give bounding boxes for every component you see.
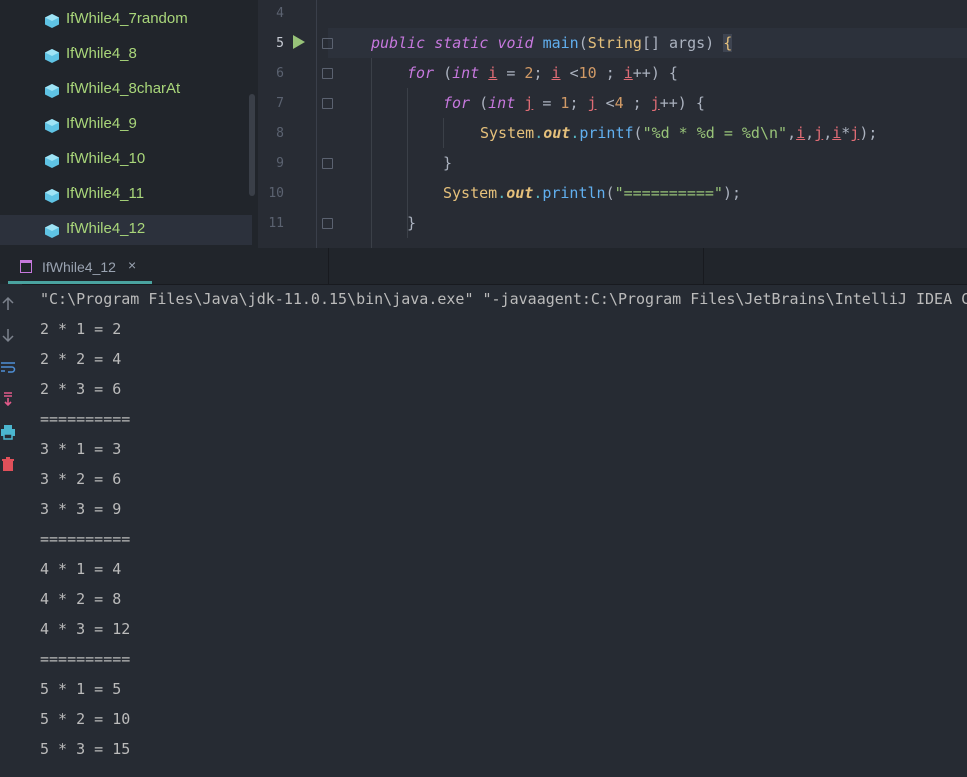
line-number: 8 — [276, 126, 284, 141]
console-command-line: "C:\Program Files\Java\jdk-11.0.15\bin\j… — [40, 290, 967, 308]
tree-item-label: IfWhile4_8 — [66, 45, 137, 62]
console-line: ========== — [40, 410, 131, 428]
line-number: 4 — [276, 6, 284, 21]
fold-icon[interactable] — [322, 68, 333, 79]
tree-item[interactable]: IfWhile4_7random — [0, 5, 252, 35]
code-editor[interactable]: 4 5 6 7 8 9 10 11 public static void mai… — [258, 0, 967, 248]
console-line: 3 * 3 = 9 — [40, 500, 122, 518]
code-line: public static void main(String[] args) { — [371, 34, 733, 52]
line-number: 11 — [268, 216, 284, 231]
code-line: System.out.println("=========="); — [443, 184, 742, 202]
trash-icon[interactable] — [0, 456, 16, 472]
console-line: 3 * 2 = 6 — [40, 470, 122, 488]
console-toolbar — [0, 284, 22, 777]
code-line: } — [407, 214, 417, 232]
run-tab-bar: IfWhile4_12 × — [0, 248, 967, 285]
java-class-icon — [45, 189, 59, 203]
line-number: 6 — [276, 66, 284, 81]
console-line: ========== — [40, 530, 131, 548]
console-line: ========== — [40, 650, 131, 668]
console-line: 4 * 2 = 8 — [40, 590, 122, 608]
console-line: 4 * 3 = 12 — [40, 620, 131, 638]
tree-item-label: IfWhile4_11 — [66, 185, 145, 202]
line-number: 10 — [268, 186, 284, 201]
divider — [328, 248, 329, 284]
tree-item-label: IfWhile4_8charAt — [66, 80, 181, 97]
code-line: System.out.printf("%d * %d = %d\n",i,j,i… — [480, 124, 878, 142]
soft-wrap-icon[interactable] — [0, 359, 16, 375]
project-tree: IfWhile4_7random IfWhile4_8 IfWhile4_8ch… — [0, 0, 258, 248]
tree-item-label: IfWhile4_10 — [66, 150, 146, 167]
tree-item-label: IfWhile4_12 — [66, 220, 146, 237]
tree-item-label: IfWhile4_7random — [66, 10, 188, 27]
close-icon[interactable]: × — [128, 257, 136, 273]
gutter-divider — [316, 0, 317, 248]
tree-item[interactable]: IfWhile4_11 — [0, 180, 252, 210]
scroll-to-end-icon[interactable] — [0, 391, 16, 407]
fold-icon[interactable] — [322, 98, 333, 109]
editor-gutter: 4 5 6 7 8 9 10 11 — [258, 0, 333, 248]
code-line: } — [443, 154, 453, 172]
console-line: 2 * 3 = 6 — [40, 380, 122, 398]
console-line: 3 * 1 = 3 — [40, 440, 122, 458]
console-line: 5 * 1 = 5 — [40, 680, 122, 698]
console-line: 2 * 2 = 4 — [40, 350, 122, 368]
java-class-icon — [45, 224, 59, 238]
print-icon[interactable] — [0, 424, 16, 440]
tree-item-label: IfWhile4_9 — [66, 115, 137, 132]
indent-guide — [371, 58, 372, 248]
console-line: 2 * 1 = 2 — [40, 320, 122, 338]
fold-icon[interactable] — [322, 158, 333, 169]
tree-item[interactable]: IfWhile4_8charAt — [0, 75, 252, 105]
java-class-icon — [45, 154, 59, 168]
java-class-icon — [45, 84, 59, 98]
code-line: for (int j = 1; j <4 ; j++) { — [443, 94, 705, 112]
tree-item[interactable]: IfWhile4_9 — [0, 110, 252, 140]
java-class-icon — [45, 14, 59, 28]
run-console-icon — [20, 260, 32, 273]
fold-icon[interactable] — [322, 218, 333, 229]
tree-item[interactable]: IfWhile4_8 — [0, 40, 252, 70]
divider — [703, 248, 704, 284]
tree-item[interactable]: IfWhile4_10 — [0, 145, 252, 175]
line-number: 5 — [276, 36, 284, 51]
line-number: 9 — [276, 156, 284, 171]
console-line: 5 * 2 = 10 — [40, 710, 131, 728]
java-class-icon — [45, 119, 59, 133]
tree-item-selected[interactable]: IfWhile4_12 — [0, 215, 252, 245]
run-tab-label: IfWhile4_12 — [42, 259, 116, 275]
code-line: for (int i = 2; i <10 ; i++) { — [407, 64, 678, 82]
indent-guide — [443, 118, 444, 148]
run-tab[interactable]: IfWhile4_12 × — [8, 248, 152, 284]
line-number: 7 — [276, 96, 284, 111]
up-arrow-icon[interactable] — [0, 296, 16, 312]
fold-icon[interactable] — [322, 38, 333, 49]
down-arrow-icon[interactable] — [0, 327, 16, 343]
tree-scrollbar[interactable] — [249, 94, 255, 196]
run-main-icon[interactable] — [293, 35, 305, 49]
top-region: IfWhile4_7random IfWhile4_8 IfWhile4_8ch… — [0, 0, 967, 248]
console-line: 4 * 1 = 4 — [40, 560, 122, 578]
console-output[interactable]: "C:\Program Files\Java\jdk-11.0.15\bin\j… — [40, 284, 967, 777]
console-line: 5 * 3 = 15 — [40, 740, 131, 758]
java-class-icon — [45, 49, 59, 63]
